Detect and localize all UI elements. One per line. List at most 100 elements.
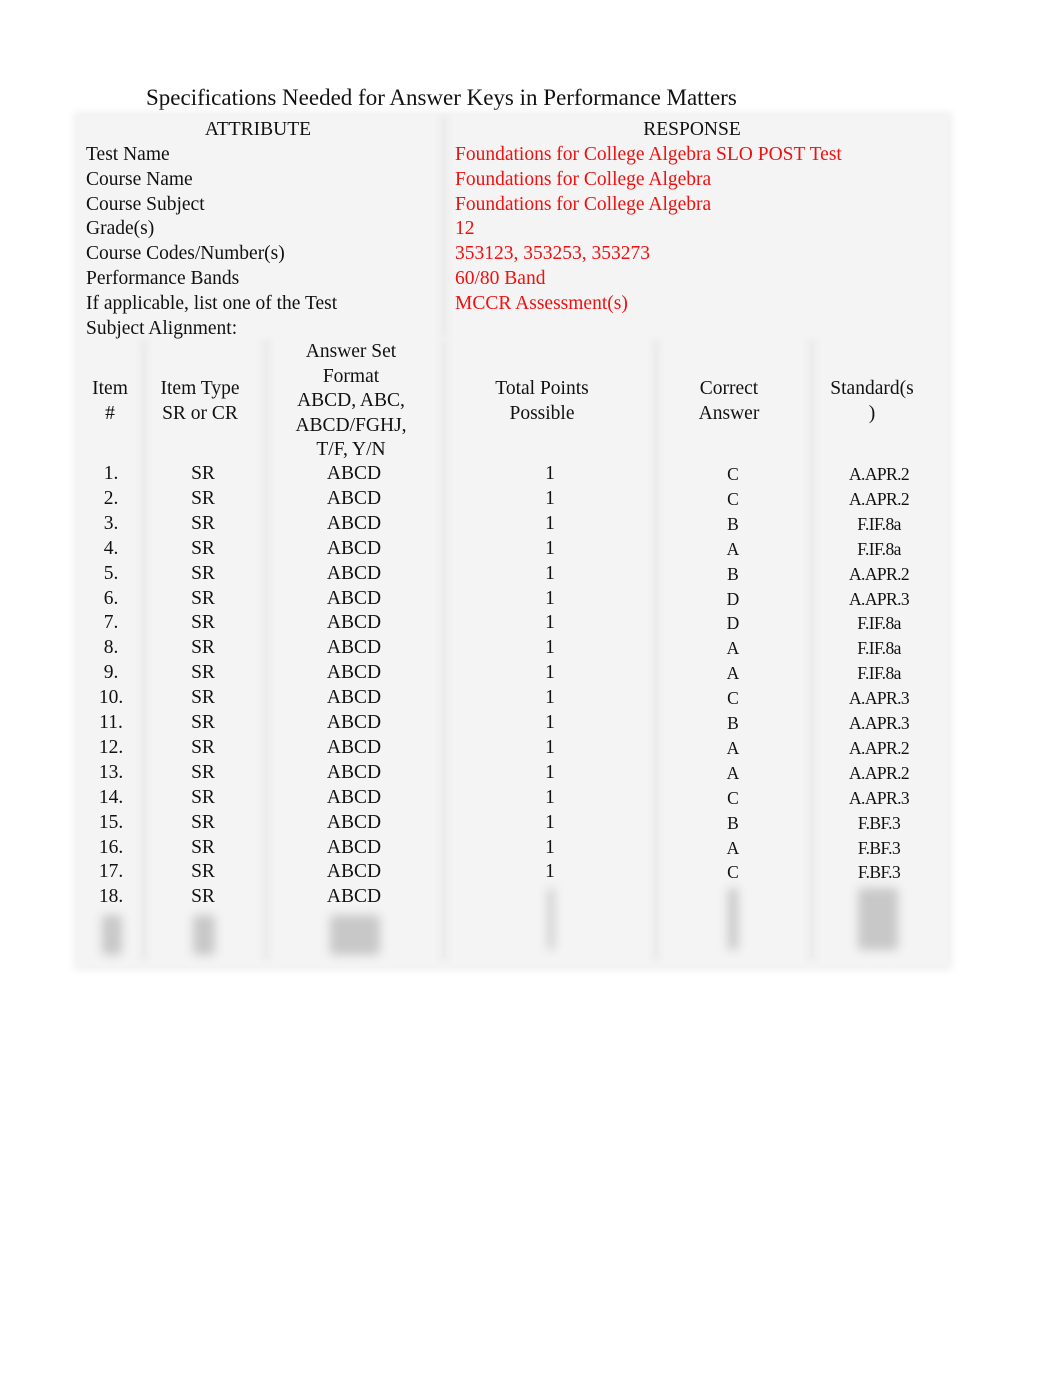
total-points-cell: 1: [545, 836, 555, 858]
total-points-cell: 1: [545, 861, 555, 883]
column-divider: [140, 340, 148, 960]
header-line: ABCD, ABC,: [297, 390, 405, 411]
attribute-label: Course Subject: [86, 193, 205, 215]
answer-format-cell: ABCD: [326, 637, 382, 659]
header-line: SR or CR: [162, 402, 238, 424]
total-points-cell: 1: [545, 637, 555, 659]
correct-answer-cell: C: [727, 464, 739, 484]
obscured-content: [548, 888, 554, 950]
correct-answer-header: Correct Answer: [699, 377, 760, 426]
item-number-cell: 18.: [98, 886, 124, 908]
item-type-cell: SR: [191, 836, 215, 858]
obscured-content: [858, 888, 898, 950]
standard-cell: F.IF.8a: [857, 663, 901, 684]
standard-cell: A.APR.3: [849, 713, 910, 733]
header-line: Correct: [699, 378, 759, 399]
item-type-cell: SR: [191, 712, 215, 733]
item-type-cell: SR: [191, 562, 215, 584]
header-line: ABCD/FGHJ,: [295, 414, 407, 436]
answer-format-cell: ABCD: [326, 537, 382, 559]
standard-cell: A.APR.2: [849, 488, 910, 509]
correct-answer-cell: A: [726, 538, 740, 559]
answer-format-cell: ABCD: [326, 861, 382, 883]
answer-format-cell: ABCD: [326, 836, 382, 858]
item-number-cell: 9.: [103, 662, 119, 684]
item-number-cell: 14.: [98, 786, 124, 808]
standard-cell: A.APR.2: [849, 464, 910, 484]
correct-answer-cell: A: [726, 737, 740, 758]
total-points-cell: 1: [545, 587, 555, 609]
item-number-cell: 15.: [98, 811, 124, 833]
item-type-cell: SR: [191, 612, 215, 634]
item-type-cell: SR: [191, 537, 215, 559]
page-title: Specifications Needed for Answer Keys in…: [146, 85, 737, 110]
item-type-cell: SR: [191, 687, 215, 709]
standard-cell: A.APR.2: [849, 737, 910, 758]
header-line: Answer Set: [305, 341, 397, 362]
header-line: Format: [322, 365, 380, 387]
obscured-content: [102, 915, 122, 955]
total-points-cell: 1: [545, 562, 555, 584]
attribute-label: Course Name: [86, 168, 193, 190]
item-type-cell: SR: [191, 512, 215, 534]
total-points-cell: 1: [545, 687, 555, 709]
item-type-cell: SR: [191, 463, 215, 484]
header-line: ): [868, 402, 876, 424]
answer-format-cell: ABCD: [326, 612, 382, 634]
total-points-cell: 1: [545, 487, 555, 509]
header-line: Standard(s: [830, 378, 914, 399]
column-divider: [440, 116, 448, 336]
total-points-cell: 1: [545, 537, 555, 559]
item-number-cell: 6.: [103, 587, 119, 609]
attribute-label: Grade(s): [86, 218, 155, 240]
obscured-content: [330, 915, 380, 955]
response-header: RESPONSE: [643, 119, 741, 140]
answer-format-cell: ABCD: [326, 512, 382, 534]
attribute-value: 60/80 Band: [455, 268, 546, 289]
correct-answer-cell: C: [727, 488, 739, 509]
item-type-cell: SR: [191, 761, 215, 783]
total-points-header: Total Points Possible: [495, 377, 588, 426]
standard-cell: A.APR.3: [849, 588, 910, 609]
attribute-label: Subject Alignment:: [86, 317, 238, 339]
total-points-cell: 1: [545, 612, 555, 634]
standard-cell: A.APR.3: [849, 787, 910, 808]
standard-cell: F.IF.8a: [857, 638, 901, 659]
column-divider: [440, 340, 448, 960]
total-points-cell: 1: [545, 786, 555, 808]
standard-cell: A.APR.2: [849, 563, 910, 584]
answer-format-header: Answer Set Format ABCD, ABC, ABCD/FGHJ, …: [295, 340, 406, 463]
item-number-cell: 5.: [103, 562, 119, 584]
attribute-value: MCCR Assessment(s): [455, 292, 628, 314]
correct-answer-cell: B: [727, 563, 739, 584]
correct-answer-cell: C: [727, 862, 739, 883]
correct-answer-cell: D: [726, 613, 740, 634]
header-line: Answer: [698, 402, 760, 424]
item-type-cell: SR: [191, 786, 215, 808]
item-type-cell: SR: [191, 811, 215, 833]
column-divider: [652, 340, 660, 960]
attribute-label: Course Codes/Number(s): [86, 243, 285, 265]
answer-format-cell: ABCD: [326, 736, 382, 758]
item-type-header: Item Type SR or CR: [161, 377, 240, 426]
obscured-content: [728, 888, 738, 950]
answer-format-cell: ABCD: [326, 587, 382, 609]
item-number-cell: 16.: [98, 836, 124, 858]
standard-cell: A.APR.2: [849, 762, 910, 783]
total-points-cell: 1: [545, 463, 555, 484]
item-number-cell: 17.: [98, 861, 124, 883]
item-number-cell: 2.: [103, 487, 119, 509]
correct-answer-cell: A: [726, 837, 740, 858]
answer-format-cell: ABCD: [326, 811, 382, 833]
column-divider: [262, 340, 270, 960]
item-number-cell: 8.: [103, 637, 119, 659]
total-points-cell: 1: [545, 712, 555, 733]
standards-header: Standard(s ): [830, 377, 913, 426]
column-divider: [808, 340, 816, 960]
item-number-cell: 7.: [103, 612, 119, 634]
attribute-value: Foundations for College Algebra: [455, 168, 712, 190]
correct-answer-cell: B: [727, 513, 739, 534]
answer-format-cell: ABCD: [326, 562, 382, 584]
answer-format-cell: ABCD: [326, 712, 382, 733]
correct-answer-cell: B: [727, 713, 739, 733]
